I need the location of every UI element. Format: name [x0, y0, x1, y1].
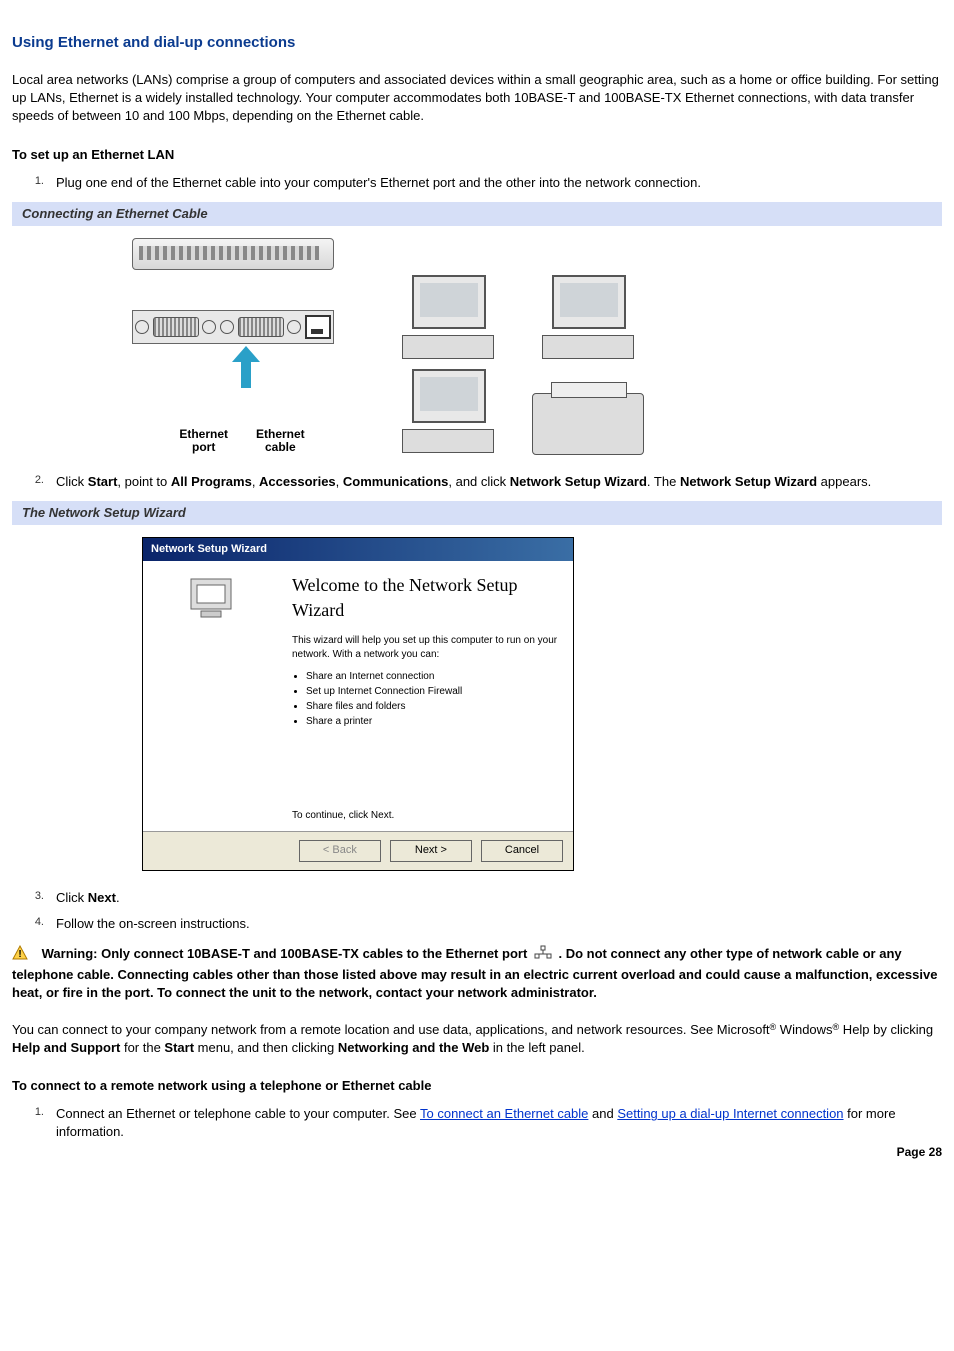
step-text: Plug one end of the Ethernet cable into … [56, 174, 942, 192]
label-ethernet-cable: Ethernet cable [256, 428, 305, 454]
wizard-bullet-list: Share an Internet connection Set up Inte… [306, 670, 559, 729]
label-ethernet-port: Ethernet port [179, 428, 228, 454]
computer-illustration [392, 369, 502, 453]
wizard-description: This wizard will help you set up this co… [292, 634, 559, 662]
step-number: 3. [12, 889, 56, 907]
step-number: 4. [12, 915, 56, 933]
computer-illustration [392, 275, 502, 359]
warning-paragraph: ! Warning: Only connect 10BASE-T and 100… [12, 945, 942, 1003]
wizard-continue-text: To continue, click Next. [292, 809, 394, 823]
arrow-icon [228, 346, 262, 388]
figure-caption-ethernet-cable: Connecting an Ethernet Cable [12, 202, 942, 226]
link-setting-up-dialup[interactable]: Setting up a dial-up Internet connection [617, 1106, 843, 1121]
ports-panel-illustration [132, 310, 334, 344]
section-heading-remote-network: To connect to a remote network using a t… [12, 1077, 942, 1095]
link-connect-ethernet-cable[interactable]: To connect an Ethernet cable [420, 1106, 588, 1121]
wizard-graphic-icon [187, 573, 235, 621]
step-text: Follow the on-screen instructions. [56, 915, 942, 933]
cancel-button[interactable]: Cancel [481, 840, 563, 861]
remote-paragraph: You can connect to your company network … [12, 1021, 942, 1057]
step-text: Click Next. [56, 889, 942, 907]
router-illustration [132, 238, 334, 270]
step-number: 1. [12, 1105, 56, 1141]
step-text: Click Start, point to All Programs, Acce… [56, 473, 942, 491]
warning-icon: ! [12, 945, 28, 960]
svg-text:!: ! [18, 949, 21, 960]
ethernet-port-icon [305, 315, 331, 339]
figure-ethernet-diagram: Ethernet port Ethernet cable [12, 238, 942, 454]
back-button[interactable]: < Back [299, 840, 381, 861]
wizard-heading: Welcome to the Network Setup Wizard [292, 573, 559, 623]
printer-illustration [532, 393, 644, 455]
page-title: Using Ethernet and dial-up connections [12, 32, 942, 53]
step-text: Connect an Ethernet or telephone cable t… [56, 1105, 942, 1141]
step-number: 2. [12, 473, 56, 491]
next-button[interactable]: Next > [390, 840, 472, 861]
ethernet-port-icon [534, 945, 552, 966]
figure-caption-wizard: The Network Setup Wizard [12, 501, 942, 525]
wizard-titlebar: Network Setup Wizard [143, 538, 573, 561]
section-heading-ethernet-lan: To set up an Ethernet LAN [12, 146, 942, 164]
page-number: Page 28 [12, 1144, 942, 1161]
figure-wizard-screenshot: Network Setup Wizard Welcome to the Netw… [12, 537, 942, 871]
computer-illustration [532, 275, 642, 359]
step-number: 1. [12, 174, 56, 192]
intro-paragraph: Local area networks (LANs) comprise a gr… [12, 71, 942, 126]
